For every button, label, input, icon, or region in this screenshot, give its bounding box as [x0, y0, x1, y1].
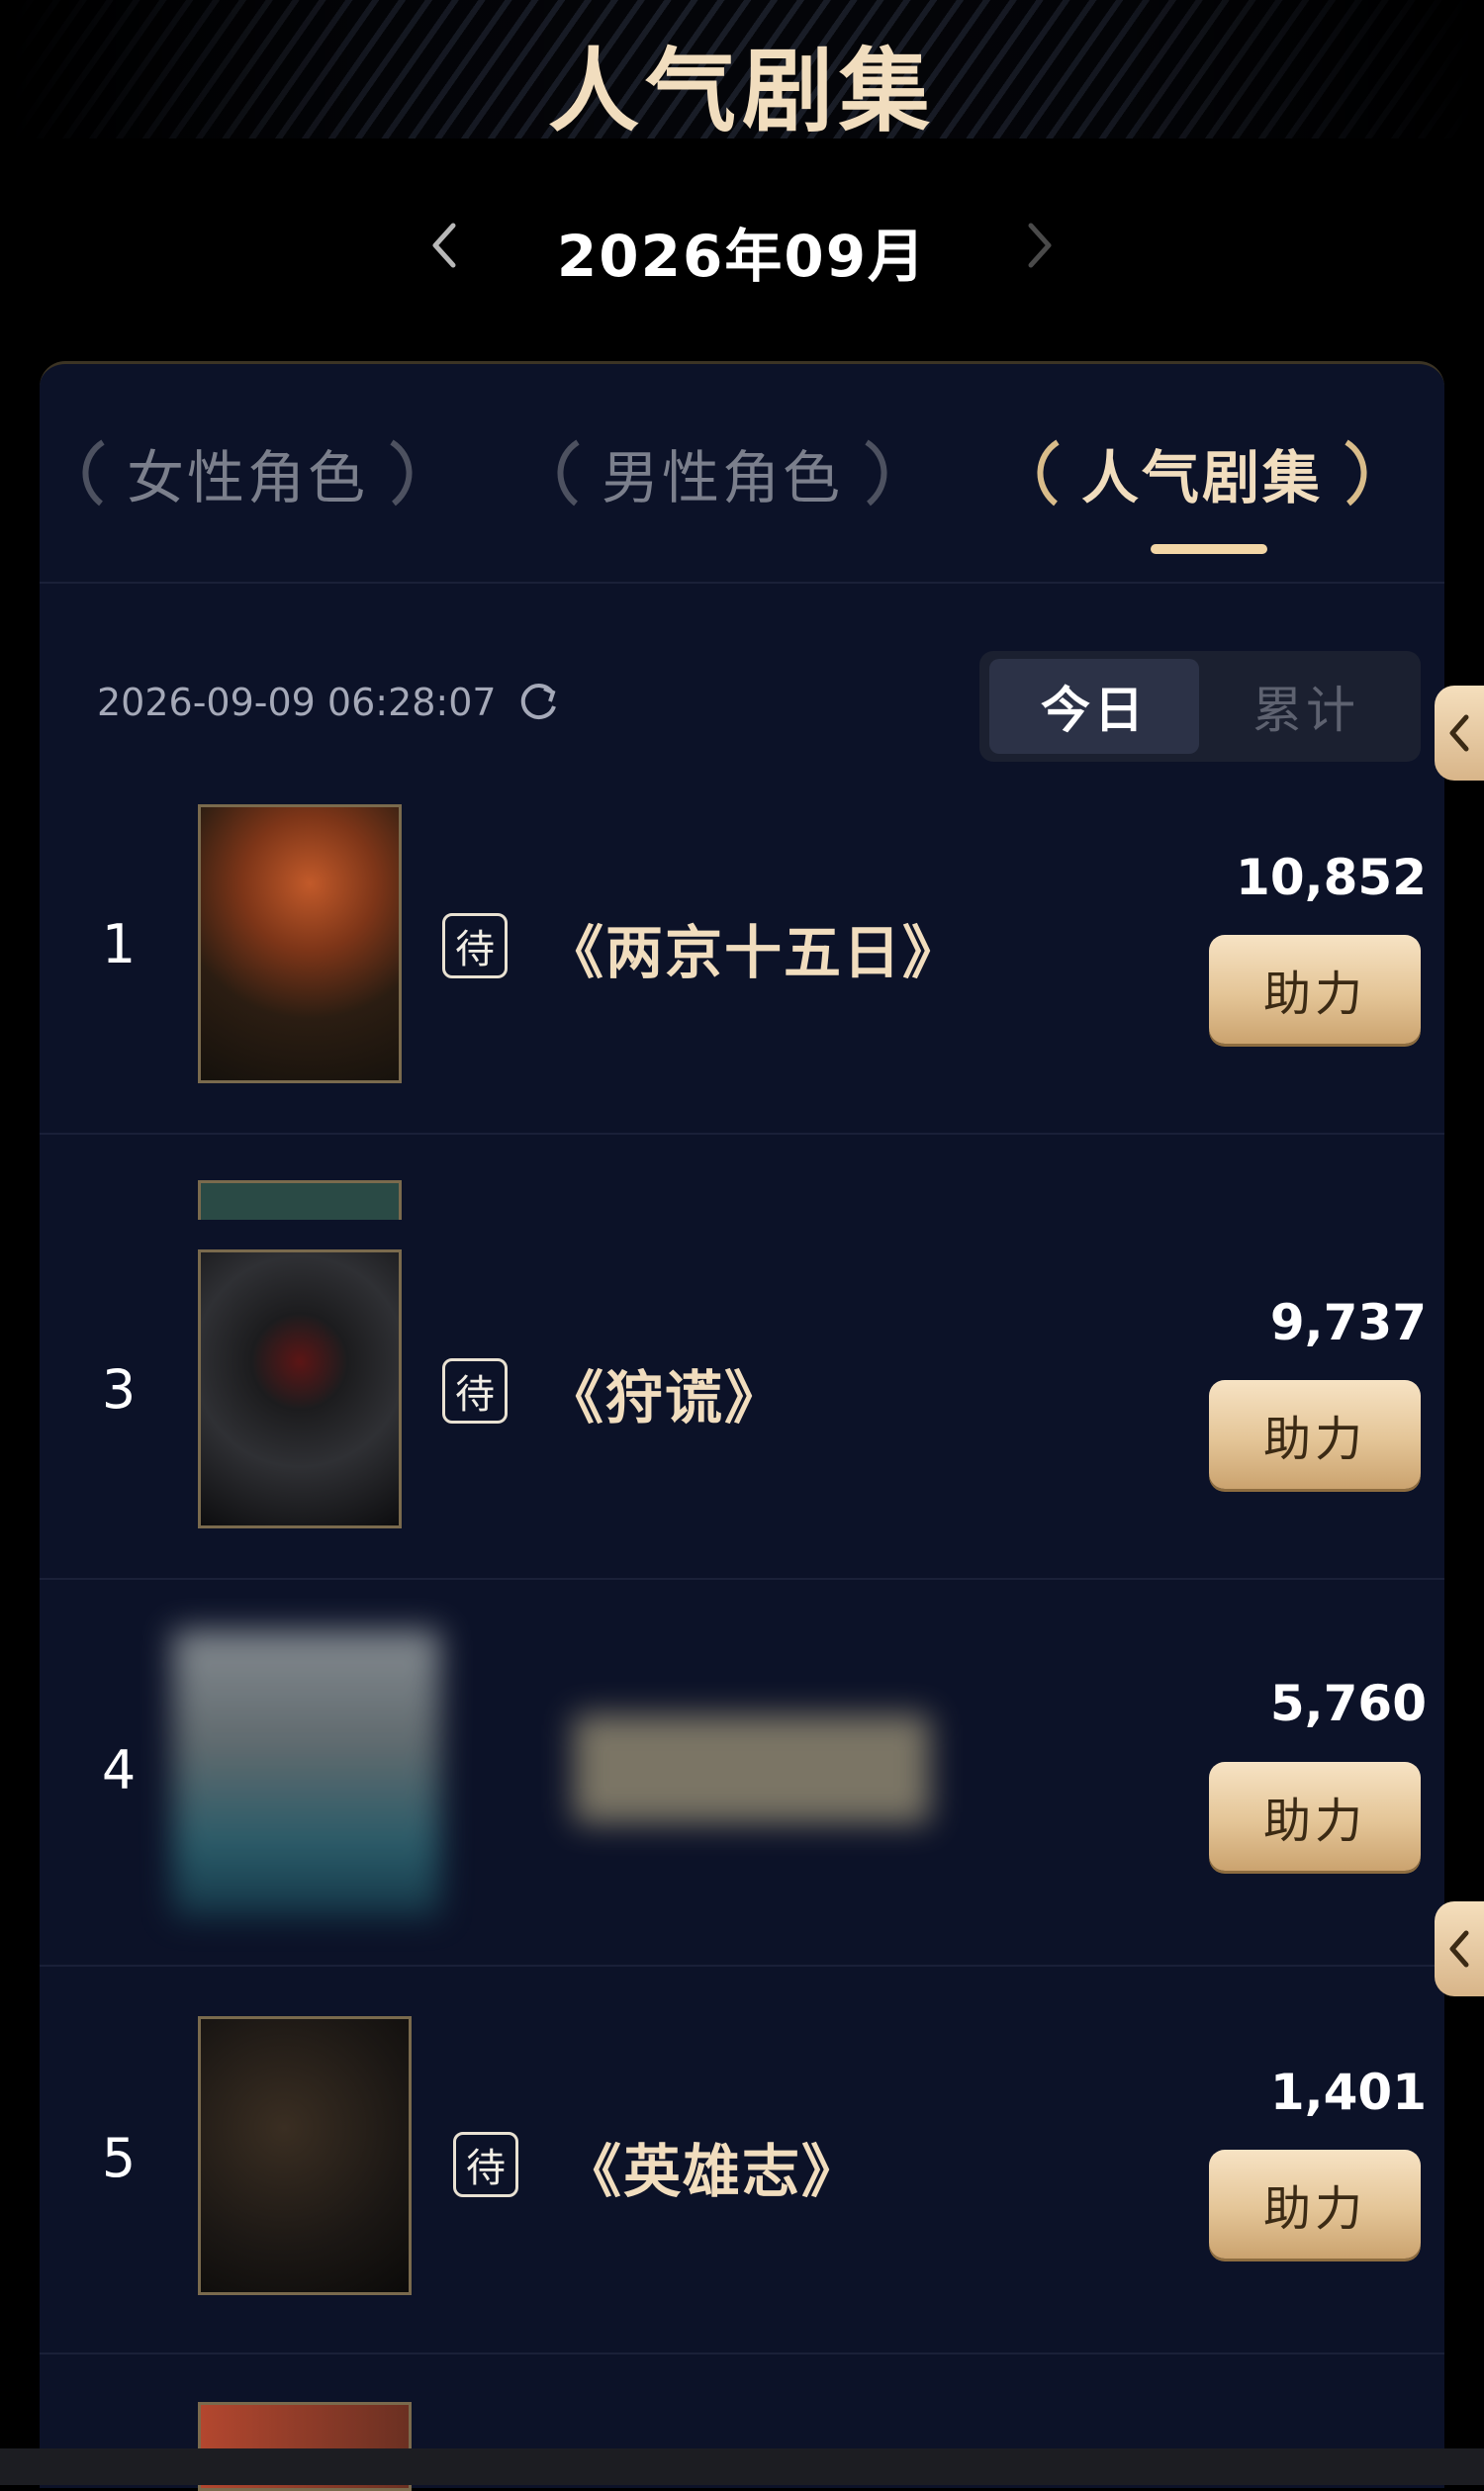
laurel-right-icon [865, 439, 887, 507]
chevron-left-icon [1449, 714, 1469, 752]
poster-image[interactable] [198, 2016, 412, 2295]
boost-button[interactable]: 助力 [1209, 1762, 1421, 1871]
row-divider [40, 1965, 1444, 1967]
status-badge: 待 [453, 2132, 518, 2197]
laurel-left-icon [1037, 439, 1060, 507]
drama-title[interactable]: 《狩谎》 [546, 1351, 784, 1434]
tab-popular-dramas[interactable]: 人气剧集 [994, 423, 1410, 522]
category-tabs: 女性角色 男性角色 人气剧集 [40, 364, 1444, 584]
laurel-left-icon [557, 439, 580, 507]
rank-number: 1 [101, 913, 137, 975]
side-collapse-button[interactable] [1435, 686, 1484, 781]
boost-button[interactable]: 助力 [1209, 2150, 1421, 2259]
tab-female-roles[interactable]: 女性角色 [40, 423, 455, 522]
chevron-left-icon [1449, 1930, 1469, 1968]
toggle-today[interactable]: 今日 [989, 659, 1199, 754]
vote-count: 5,760 [1269, 1675, 1427, 1732]
laurel-right-icon [1345, 439, 1367, 507]
page-title: 人气剧集 [547, 39, 936, 144]
poster-image[interactable] [198, 1249, 402, 1528]
tab-label: 男性角色 [601, 444, 843, 511]
vote-count: 9,737 [1269, 1294, 1427, 1351]
bottom-bar [0, 2448, 1484, 2485]
drama-title[interactable]: 《两京十五日》 [546, 906, 962, 989]
drama-title[interactable] [574, 1714, 930, 1823]
refresh-icon[interactable] [514, 679, 562, 726]
row-divider [40, 1133, 1444, 1135]
drama-title[interactable]: 《英雄志》 [564, 2125, 861, 2208]
tab-label: 女性角色 [126, 444, 368, 511]
poster-image[interactable] [198, 804, 402, 1083]
vote-count: 1,401 [1269, 2064, 1427, 2121]
row-divider [40, 1578, 1444, 1580]
rank-number: 5 [101, 2127, 137, 2189]
tab-male-roles[interactable]: 男性角色 [514, 423, 930, 522]
rank-number: 4 [101, 1739, 137, 1801]
month-selector: 2026年09月 [0, 198, 1484, 297]
row-divider [40, 2353, 1444, 2354]
status-badge: 待 [442, 1358, 508, 1424]
toggle-total[interactable]: 累计 [1201, 659, 1411, 754]
vote-count: 10,852 [1236, 849, 1427, 906]
side-collapse-button[interactable] [1435, 1901, 1484, 1996]
ranking-panel: 女性角色 男性角色 人气剧集 2026-09-09 06:28:07 今日 累计… [40, 361, 1444, 2491]
rank-number: 3 [101, 1358, 137, 1421]
month-label: 2026年09月 [556, 223, 928, 290]
laurel-left-icon [82, 439, 105, 507]
status-badge: 待 [442, 913, 508, 978]
timestamp-text: 2026-09-09 06:28:07 [97, 681, 497, 724]
boost-button[interactable]: 助力 [1209, 935, 1421, 1044]
active-tab-indicator [1151, 544, 1267, 554]
tab-label: 人气剧集 [1080, 444, 1323, 511]
chevron-right-icon[interactable] [1009, 216, 1068, 275]
update-timestamp: 2026-09-09 06:28:07 [97, 679, 562, 726]
poster-image [198, 1180, 402, 1220]
poster-image[interactable] [173, 1630, 440, 1917]
boost-button[interactable]: 助力 [1209, 1380, 1421, 1489]
laurel-right-icon [390, 439, 413, 507]
period-toggle: 今日 累计 [979, 651, 1421, 762]
